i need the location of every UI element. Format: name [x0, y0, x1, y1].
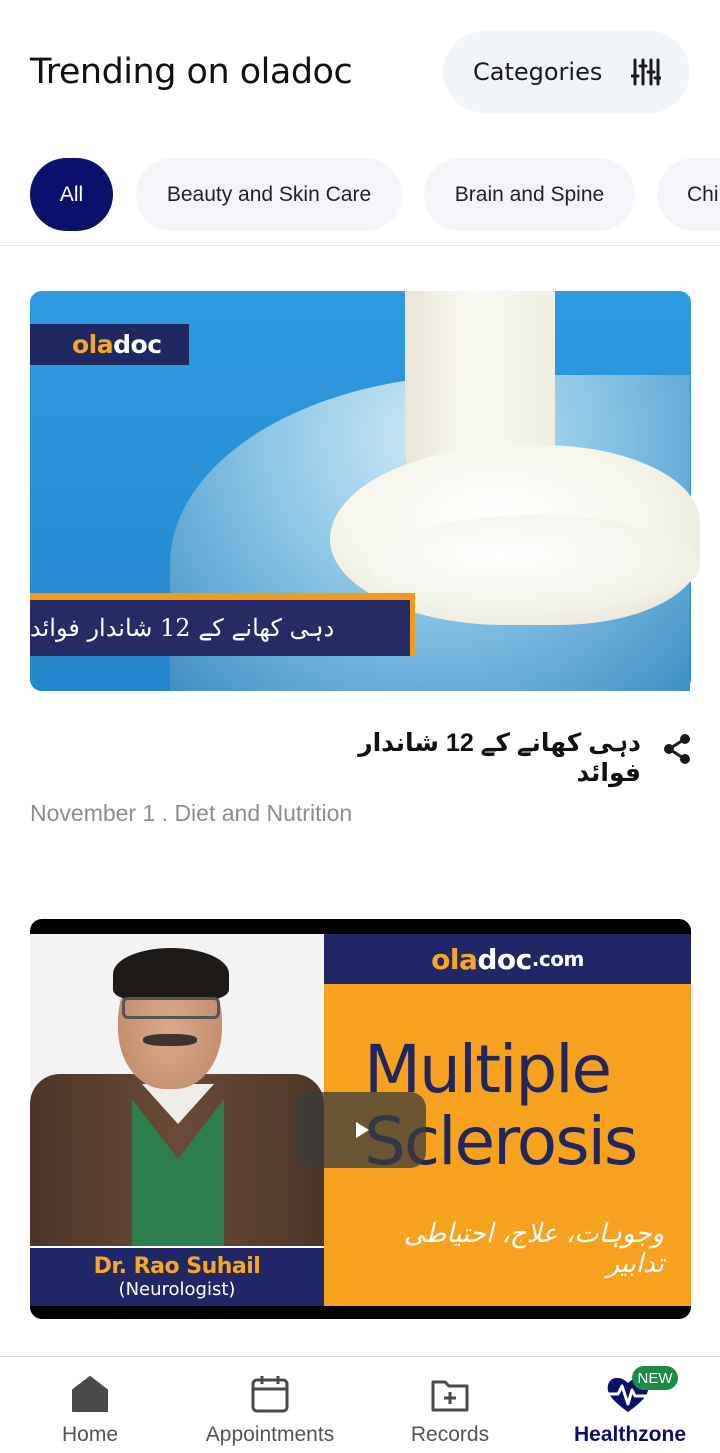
doctor-name: Dr. Rao Suhail — [93, 1254, 261, 1279]
chip-beauty-skin-care[interactable]: Beauty and Skin Care — [136, 158, 402, 231]
share-icon[interactable] — [662, 733, 692, 765]
oladoc-com-logo: ola doc .com — [324, 934, 691, 984]
folder-add-icon — [431, 1380, 469, 1412]
yogurt-pile-graphic — [370, 515, 700, 615]
nav-appointments-label: Appointments — [205, 1423, 335, 1446]
video-urdu-subtitle: وجوہات، علاج، احتیاطی تدابیر — [403, 1219, 664, 1279]
video-thumbnail[interactable]: Dr. Rao Suhail (Neurologist) ola doc .com … — [30, 919, 691, 1319]
home-icon — [72, 1376, 108, 1412]
doctor-glasses — [122, 997, 220, 1019]
logo-doc-text: doc — [477, 942, 532, 976]
sliders-icon — [631, 58, 661, 86]
doctor-role: (Neurologist) — [118, 1279, 236, 1300]
new-badge: NEW — [632, 1366, 678, 1390]
doctor-panel: Dr. Rao Suhail (Neurologist) — [30, 934, 324, 1306]
doctor-hair — [113, 948, 229, 1000]
categories-button[interactable]: Categories — [443, 31, 690, 113]
video-frame: Dr. Rao Suhail (Neurologist) ola doc .com … — [30, 934, 691, 1306]
play-icon — [356, 1122, 369, 1138]
nav-home-label: Home — [61, 1423, 119, 1446]
image-banner: دہی کھانے کے 12 شاندار فوائد — [30, 593, 415, 656]
category-chips: All Beauty and Skin Care Brain and Spine… — [0, 140, 720, 246]
doctor-mustache — [143, 1034, 197, 1046]
article-title[interactable]: دہی کھانے کے 12 شاندار فوائد — [308, 728, 641, 788]
chip-brain-spine[interactable]: Brain and Spine — [424, 158, 635, 231]
article-meta: November 1 . Diet and Nutrition — [30, 800, 353, 826]
logo-com-text: .com — [531, 947, 585, 971]
logo-ola-text: ola — [431, 942, 478, 976]
nav-records-label: Records — [410, 1423, 490, 1446]
header: Trending on oladoc Categories — [0, 0, 720, 140]
image-banner-text: دہی کھانے کے 12 شاندار فوائد — [30, 600, 410, 656]
play-button[interactable] — [295, 1092, 426, 1168]
categories-label: Categories — [473, 58, 603, 86]
logo-ola-text: ola — [72, 330, 114, 359]
page-title: Trending on oladoc — [30, 52, 353, 92]
logo-doc-text: doc — [113, 330, 162, 359]
nav-healthzone[interactable]: Healthzone — [540, 1357, 720, 1453]
nav-appointments[interactable]: Appointments — [180, 1357, 360, 1453]
nav-records[interactable]: Records — [360, 1357, 540, 1453]
chip-all[interactable]: All — [30, 158, 113, 231]
oladoc-logo: ola doc — [30, 324, 189, 365]
nav-home[interactable]: Home — [0, 1357, 180, 1453]
chip-children[interactable]: Chi — [657, 158, 720, 231]
doctor-name-plate: Dr. Rao Suhail (Neurologist) — [30, 1246, 324, 1306]
calendar-icon — [251, 1376, 289, 1413]
bottom-navigation: Home Appointments Records Healthzone — [0, 1356, 720, 1453]
nav-healthzone-label: Healthzone — [573, 1423, 686, 1446]
